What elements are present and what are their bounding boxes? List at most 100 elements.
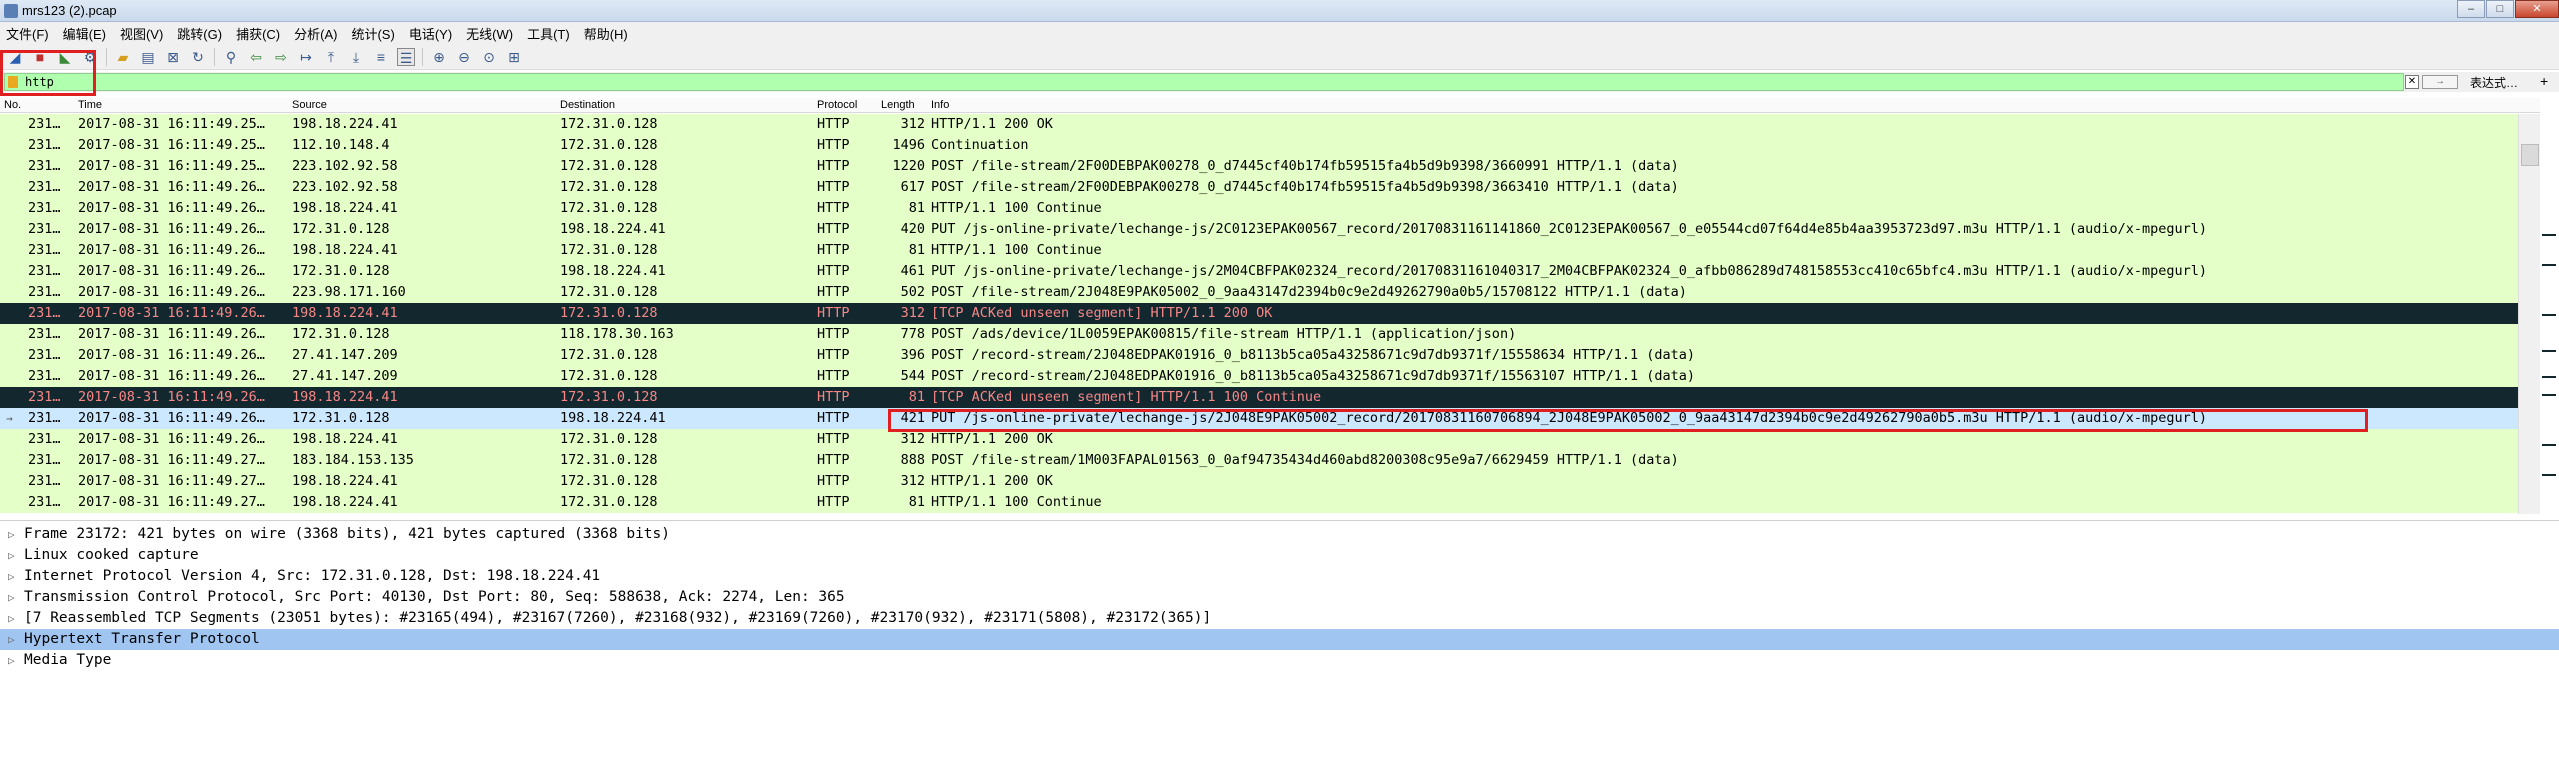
packet-row[interactable]: 231… 2017-08-31 16:11:49.26… 172.31.0.128 1…: [0, 261, 2518, 282]
menu-analyze[interactable]: 分析(A): [294, 24, 337, 43]
menu-wireless[interactable]: 无线(W): [466, 24, 513, 43]
packet-row[interactable]: 231… 2017-08-31 16:11:49.27… 183.184.153.1…: [0, 450, 2518, 471]
find-icon[interactable]: ⚲: [222, 48, 240, 66]
maximize-button[interactable]: □: [2486, 0, 2514, 18]
packet-details-pane: ▷ Frame 23172: 421 bytes on wire (3368 bi…: [0, 520, 2559, 774]
forward-icon[interactable]: ⇨: [272, 48, 290, 66]
expand-triangle-icon[interactable]: ▷: [8, 587, 15, 608]
expand-triangle-icon[interactable]: ▷: [8, 608, 15, 629]
colorize-icon[interactable]: ☰: [397, 47, 415, 66]
reload-icon[interactable]: ↻: [189, 48, 207, 66]
minimap-mark: [2542, 474, 2556, 476]
packet-cell-info: HTTP/1.1 200 OK: [931, 431, 1053, 447]
packet-row[interactable]: 231… 2017-08-31 16:11:49.26… 27.41.147.209…: [0, 366, 2518, 387]
resize-columns-icon[interactable]: ⊞: [505, 48, 523, 66]
packet-row[interactable]: 231… 2017-08-31 16:11:49.26… 198.18.224.41…: [0, 387, 2518, 408]
packet-row[interactable]: 231… 2017-08-31 16:11:49.26… 223.102.92.58…: [0, 177, 2518, 198]
display-filter-input[interactable]: http: [4, 73, 2404, 91]
detail-tree-item[interactable]: ▷ Hypertext Transfer Protocol: [0, 629, 2559, 650]
menu-edit[interactable]: 编辑(E): [63, 24, 106, 43]
zoom-reset-icon[interactable]: ⊙: [480, 48, 498, 66]
packet-row[interactable]: 231… 2017-08-31 16:11:49.25… 112.10.148.4 1…: [0, 135, 2518, 156]
column-length[interactable]: Length: [881, 99, 915, 111]
packet-cell-src: 27.41.147.209: [292, 368, 398, 384]
packet-row[interactable]: 231… 2017-08-31 16:11:49.26… 198.18.224.41…: [0, 303, 2518, 324]
zoom-out-icon[interactable]: ⊖: [455, 48, 473, 66]
packet-cell-no: 231…: [28, 431, 61, 447]
menu-statistics[interactable]: 统计(S): [351, 24, 394, 43]
save-icon[interactable]: ▤: [139, 48, 157, 66]
minimap-mark: [2542, 376, 2556, 378]
menu-go[interactable]: 跳转(G): [177, 24, 222, 43]
packet-row[interactable]: 231… 2017-08-31 16:11:49.26… 172.31.0.128 1…: [0, 219, 2518, 240]
packet-cell-no: 231…: [28, 326, 61, 342]
menu-help[interactable]: 帮助(H): [584, 24, 628, 43]
menu-file[interactable]: 文件(F): [6, 24, 49, 43]
detail-tree-item[interactable]: ▷ Media Type: [0, 650, 2559, 671]
toolbar-separator: [214, 47, 215, 66]
packet-cell-time: 2017-08-31 16:11:49.26…: [78, 431, 265, 447]
packet-minimap[interactable]: [2540, 114, 2559, 514]
add-filter-button[interactable]: +: [2540, 73, 2548, 89]
back-icon[interactable]: ⇦: [247, 48, 265, 66]
packet-cell-src: 112.10.148.4: [292, 137, 390, 153]
packet-row[interactable]: 231… 2017-08-31 16:11:49.27… 198.18.224.41…: [0, 471, 2518, 492]
detail-tree-item[interactable]: ▷ Transmission Control Protocol, Src Port…: [0, 587, 2559, 608]
menu-telephony[interactable]: 电话(Y): [409, 24, 452, 43]
packet-row[interactable]: 231… 2017-08-31 16:11:49.27… 198.18.224.41…: [0, 492, 2518, 513]
zoom-in-icon[interactable]: ⊕: [430, 48, 448, 66]
expand-triangle-icon[interactable]: ▷: [8, 650, 15, 671]
last-icon[interactable]: ⤓: [347, 48, 365, 66]
autoscroll-icon[interactable]: ≡: [372, 48, 390, 66]
menu-tools[interactable]: 工具(T): [527, 24, 570, 43]
expand-triangle-icon[interactable]: ▷: [8, 629, 15, 650]
packet-cell-len: 312: [900, 431, 925, 447]
first-icon[interactable]: ⤒: [322, 48, 340, 66]
packet-cell-info: POST /file-stream/2J048E9PAK05002_0_9aa4…: [931, 284, 1687, 300]
goto-icon[interactable]: ↦: [297, 48, 315, 66]
column-destination[interactable]: Destination: [560, 99, 615, 111]
packet-cell-info: [TCP ACKed unseen segment] HTTP/1.1 200 …: [931, 305, 1273, 321]
packet-row[interactable]: 231… 2017-08-31 16:11:49.26… 198.18.224.41…: [0, 240, 2518, 261]
column-time[interactable]: Time: [78, 99, 102, 111]
expand-triangle-icon[interactable]: ▷: [8, 566, 15, 587]
packet-row[interactable]: 231… 2017-08-31 16:11:49.26… 198.18.224.41…: [0, 198, 2518, 219]
column-source[interactable]: Source: [292, 99, 327, 111]
packet-row[interactable]: 231… 2017-08-31 16:11:49.25… 223.102.92.58…: [0, 156, 2518, 177]
menu-capture[interactable]: 捕获(C): [236, 24, 280, 43]
expand-triangle-icon[interactable]: ▷: [8, 524, 15, 545]
packet-cell-no: 231…: [28, 179, 61, 195]
close-button[interactable]: ✕: [2515, 0, 2559, 18]
packet-row[interactable]: 231… 2017-08-31 16:11:49.26… 223.98.171.16…: [0, 282, 2518, 303]
apply-filter-button[interactable]: →: [2422, 75, 2458, 89]
expression-button[interactable]: 表达式…: [2470, 74, 2518, 91]
packet-list-header: No. Time Source Destination Protocol Len…: [0, 98, 2540, 113]
column-info[interactable]: Info: [931, 99, 949, 111]
column-no[interactable]: No.: [4, 99, 21, 111]
menu-view[interactable]: 视图(V): [120, 24, 163, 43]
packet-cell-time: 2017-08-31 16:11:49.26…: [78, 221, 265, 237]
packet-cell-time: 2017-08-31 16:11:49.25…: [78, 137, 265, 153]
detail-tree-item[interactable]: ▷ [7 Reassembled TCP Segments (23051 byte…: [0, 608, 2559, 629]
packet-row[interactable]: 231… 2017-08-31 16:11:49.26… 198.18.224.41…: [0, 429, 2518, 450]
packet-cell-src: 172.31.0.128: [292, 263, 390, 279]
packet-cell-dst: 172.31.0.128: [560, 242, 658, 258]
packet-row[interactable]: 231… 2017-08-31 16:11:49.26… 172.31.0.128 1…: [0, 324, 2518, 345]
detail-tree-item[interactable]: ▷ Internet Protocol Version 4, Src: 172.3…: [0, 566, 2559, 587]
packet-list-scrollbar[interactable]: [2518, 114, 2540, 514]
packet-row[interactable]: 231… 2017-08-31 16:11:49.26… 27.41.147.209…: [0, 345, 2518, 366]
open-icon[interactable]: ▰: [114, 48, 132, 66]
minimize-button[interactable]: –: [2457, 0, 2485, 18]
expand-triangle-icon[interactable]: ▷: [8, 545, 15, 566]
detail-tree-item[interactable]: ▷ Linux cooked capture: [0, 545, 2559, 566]
scrollbar-thumb[interactable]: [2521, 144, 2539, 166]
close-file-icon[interactable]: ⊠: [164, 48, 182, 66]
column-protocol[interactable]: Protocol: [817, 99, 857, 111]
detail-tree-item[interactable]: ▷ Frame 23172: 421 bytes on wire (3368 bi…: [0, 524, 2559, 545]
packet-cell-info: HTTP/1.1 200 OK: [931, 473, 1053, 489]
packet-cell-time: 2017-08-31 16:11:49.26…: [78, 368, 265, 384]
clear-filter-button[interactable]: ✕: [2405, 75, 2419, 89]
detail-text: Internet Protocol Version 4, Src: 172.31…: [24, 568, 601, 584]
packet-row[interactable]: 231… 2017-08-31 16:11:49.25… 198.18.224.41…: [0, 114, 2518, 135]
packet-cell-src: 198.18.224.41: [292, 389, 398, 405]
